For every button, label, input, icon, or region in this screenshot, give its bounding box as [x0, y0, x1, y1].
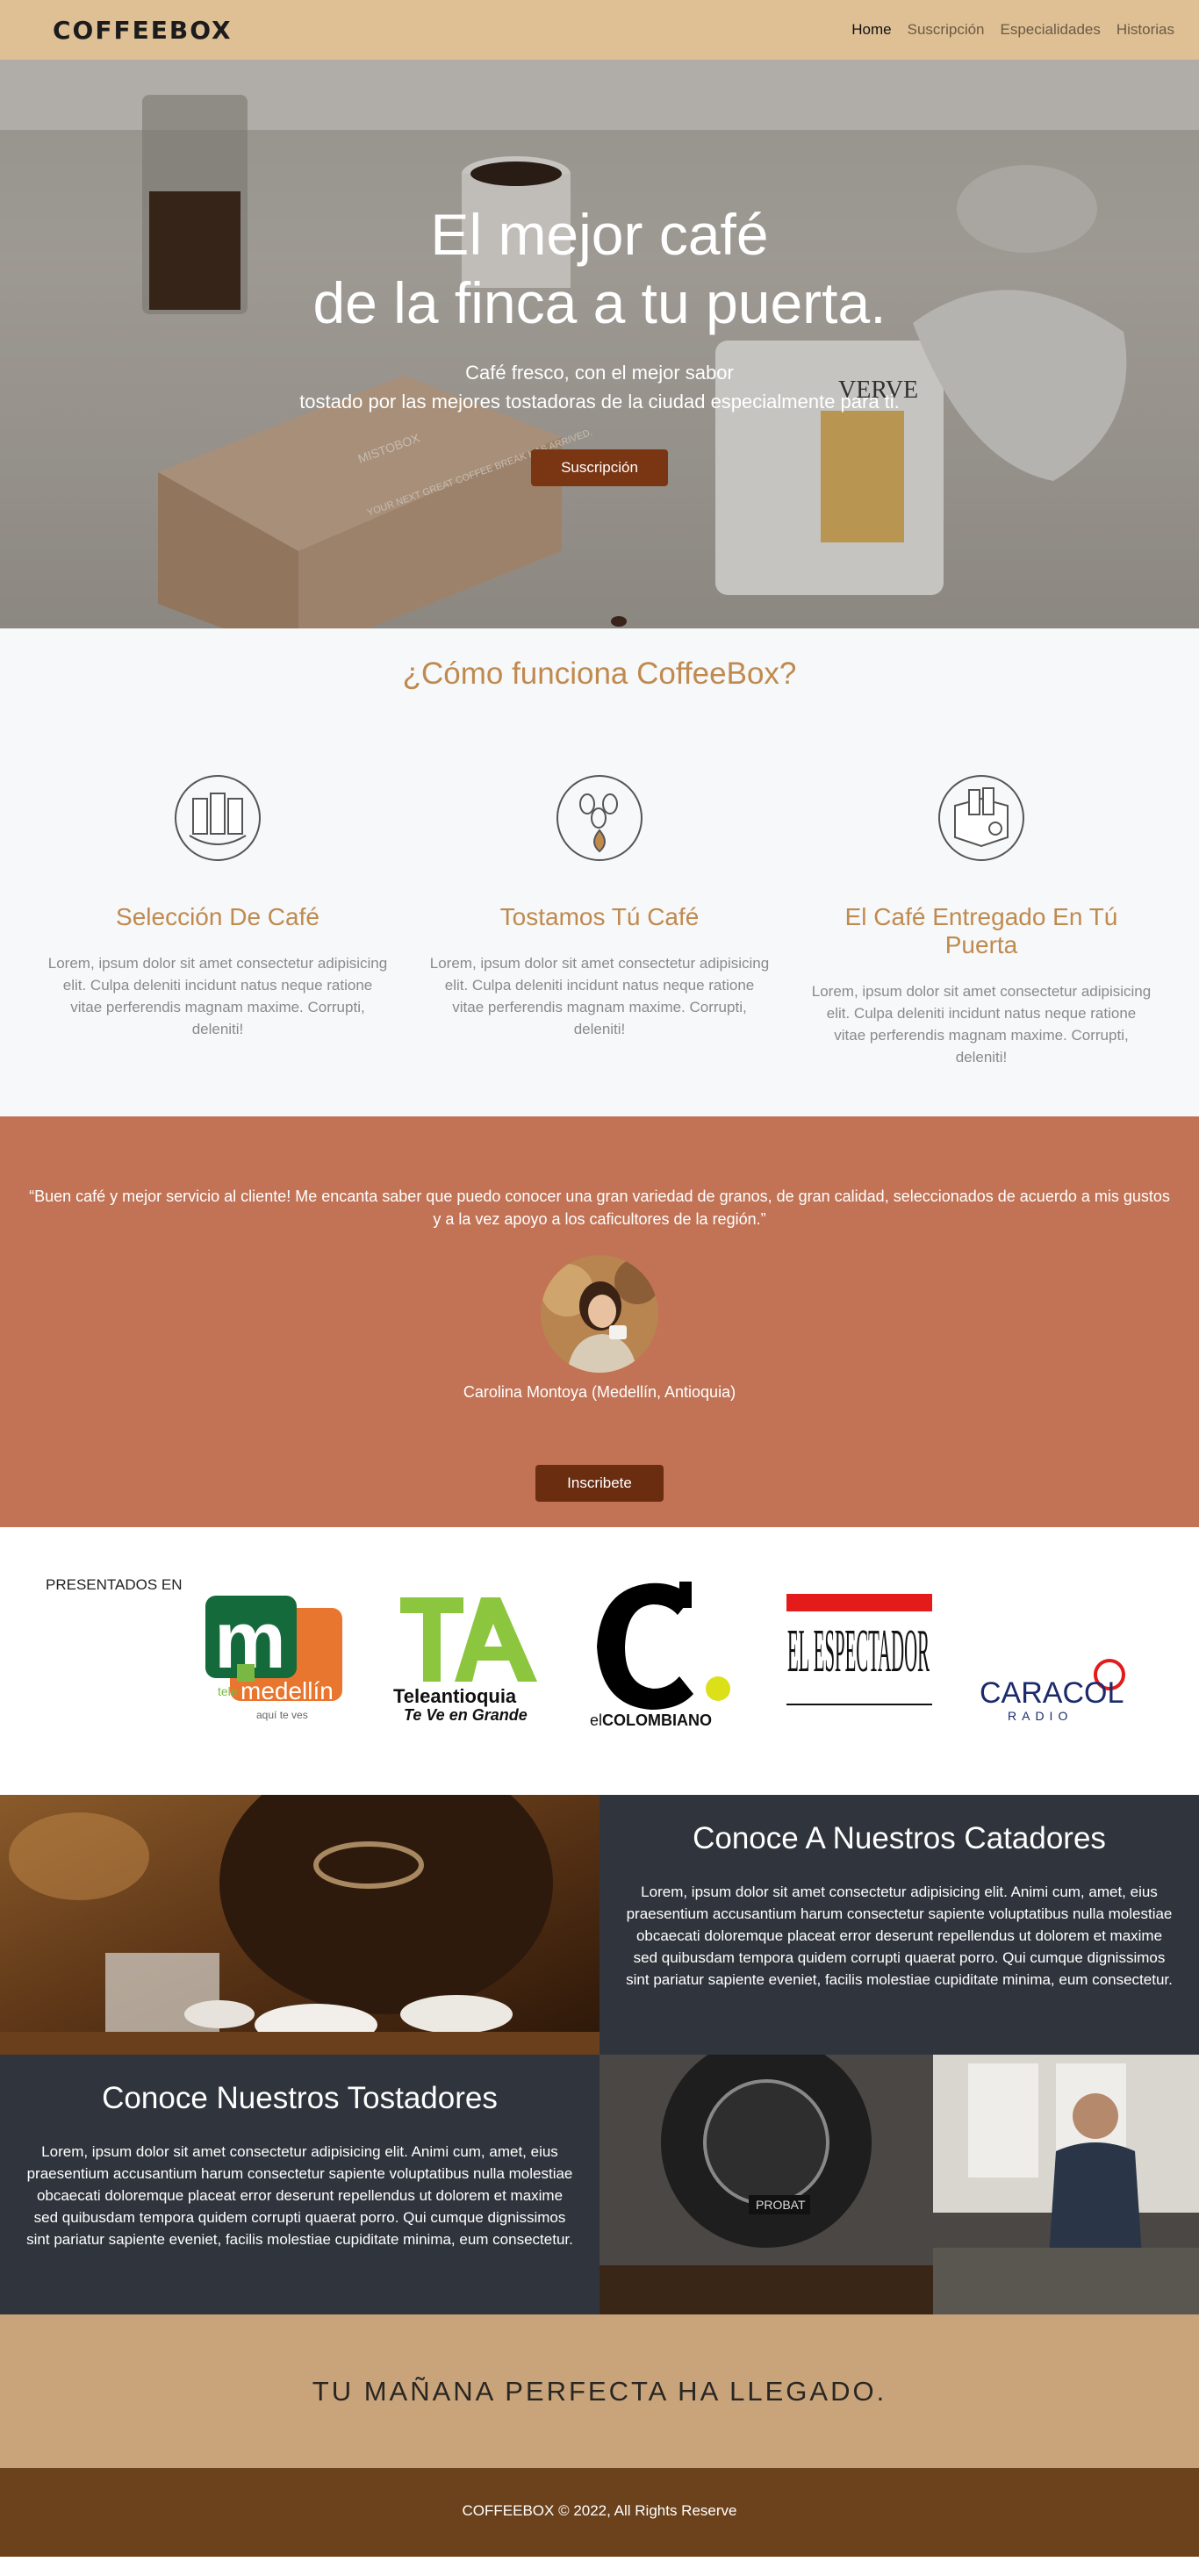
testimonial-section: “Buen café y mejor servicio al cliente! …: [0, 1116, 1199, 1527]
tostadores-text: Lorem, ipsum dolor sit amet consectetur …: [26, 2143, 573, 2248]
svg-text:PROBAT: PROBAT: [756, 2198, 806, 2212]
catadores-section: Conoce A Nuestros Catadores Lorem, ipsum…: [0, 1795, 1199, 2055]
catador-image: [0, 1795, 600, 2055]
footer: COFFEEBOX © 2022, All Rights Reserve: [0, 2468, 1199, 2557]
nav-link-historias[interactable]: Historias: [1116, 21, 1174, 39]
brand-logo[interactable]: COFFEEBOX: [53, 16, 233, 45]
hero-subtitle: Café fresco, con el mejor sabor tostado …: [299, 362, 900, 413]
tostadores-title: Conoce Nuestros Tostadores: [102, 2081, 498, 2115]
nav-link-suscripcion[interactable]: Suscripción: [908, 21, 985, 39]
nav-link-home[interactable]: Home: [851, 21, 891, 39]
section-title: ¿Cómo funciona CoffeeBox?: [402, 657, 797, 691]
press-section: PRESENTADOS EN m tele medellín aquí te v…: [0, 1527, 1199, 1795]
delivery-box-icon: [938, 775, 1024, 861]
footer-copyright: COFFEEBOX © 2022, All Rights Reserve: [462, 2501, 737, 2519]
coffee-bags-icon: [175, 775, 261, 861]
catadores-panel: Conoce A Nuestros Catadores Lorem, ipsum…: [600, 1795, 1199, 2055]
el-espectador-logo: EL ESPECTADOR: [786, 1594, 932, 1705]
catadores-text: Lorem, ipsum dolor sit amet consectetur …: [626, 1884, 1173, 1988]
tostador-image: PROBAT: [600, 2055, 1199, 2314]
svg-text:RADIO: RADIO: [1008, 1709, 1073, 1723]
catadores-title: Conoce A Nuestros Catadores: [693, 1821, 1106, 1855]
tagline-banner: TU MAÑANA PERFECTA HA LLEGADO.: [0, 2314, 1199, 2468]
svg-text:aquí te ves: aquí te ves: [256, 1709, 308, 1721]
avatar: [541, 1255, 658, 1373]
svg-text:CARACOL: CARACOL: [980, 1676, 1124, 1710]
hero-content: El mejor café de la finca a tu puerta. C…: [0, 200, 1199, 486]
nav-links: Home Suscripción Especialidades Historia…: [851, 21, 1174, 39]
svg-text:Te Ve en Grande: Te Ve en Grande: [404, 1706, 528, 1724]
signup-button[interactable]: Inscribete: [535, 1465, 664, 1502]
navbar: COFFEEBOX Home Suscripción Especialidade…: [0, 0, 1199, 60]
testimonial-quote: “Buen café y mejor servicio al cliente! …: [29, 1188, 1170, 1228]
svg-text:tele: tele: [218, 1684, 238, 1698]
tostadores-panel: Conoce Nuestros Tostadores Lorem, ipsum …: [0, 2055, 600, 2314]
tostadores-section: Conoce Nuestros Tostadores Lorem, ipsum …: [0, 2055, 1199, 2314]
svg-text:Teleantioquia: Teleantioquia: [393, 1685, 517, 1707]
nav-link-especialidades[interactable]: Especialidades: [1001, 21, 1101, 39]
svg-text:elCOLOMBIANO: elCOLOMBIANO: [590, 1711, 712, 1727]
tagline-text: TU MAÑANA PERFECTA HA LLEGADO.: [312, 2375, 887, 2407]
testimonial-author: Carolina Montoya (Medellín, Antioquia): [463, 1383, 736, 1401]
svg-text:medellín: medellín: [241, 1677, 334, 1704]
step-card: Tostamos Tú Café Lorem, ipsum dolor sit …: [424, 772, 775, 1068]
press-label: PRESENTADOS EN: [46, 1576, 183, 1593]
step-title: El Café Entregado En Tú Puerta: [844, 903, 1118, 958]
how-it-works-section: ¿Cómo funciona CoffeeBox? Selección De C…: [0, 628, 1199, 1116]
step-text: Lorem, ipsum dolor sit amet consectetur …: [47, 955, 388, 1037]
step-title: Selección De Café: [116, 903, 319, 930]
roasting-beans-icon: [556, 775, 643, 861]
telemedellin-logo: m tele medellín aquí te ves: [205, 1596, 342, 1721]
step-title: Tostamos Tú Café: [499, 903, 700, 930]
subscribe-button[interactable]: Suscripción: [531, 449, 668, 486]
hero-title: El mejor café de la finca a tu puerta.: [312, 202, 887, 335]
el-colombiano-logo: elCOLOMBIANO: [590, 1582, 730, 1727]
caracol-radio-logo: CARACOL RADIO: [980, 1659, 1125, 1723]
step-text: Lorem, ipsum dolor sit amet consectetur …: [429, 955, 770, 1037]
hero-section: MISTOBOX YOUR NEXT GREAT COFFEE BREAK HA…: [0, 60, 1199, 628]
teleantioquia-logo: Teleantioquia Te Ve en Grande: [393, 1597, 537, 1724]
svg-text:EL ESPECTADOR: EL ESPECTADOR: [787, 1617, 930, 1685]
step-card: El Café Entregado En Tú Puerta Lorem, ip…: [806, 772, 1157, 1068]
step-card: Selección De Café Lorem, ipsum dolor sit…: [42, 772, 393, 1068]
step-text: Lorem, ipsum dolor sit amet consectetur …: [811, 983, 1152, 1066]
